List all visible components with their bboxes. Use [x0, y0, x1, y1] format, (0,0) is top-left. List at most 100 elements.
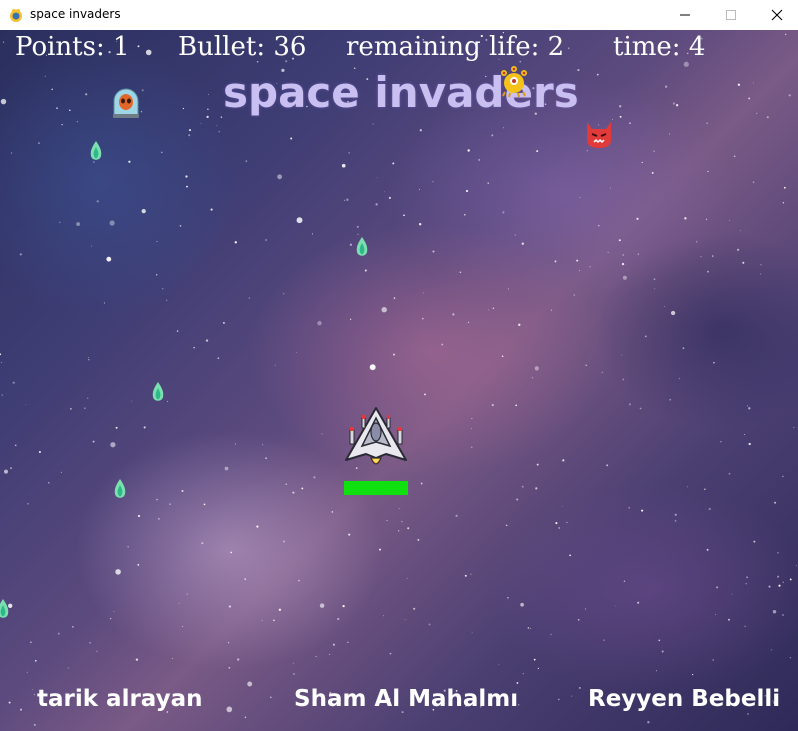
- star: [34, 659, 37, 662]
- star: [109, 617, 112, 620]
- star: [663, 305, 666, 307]
- star: [57, 632, 60, 635]
- star: [674, 520, 677, 522]
- star: [85, 93, 88, 96]
- star: [60, 471, 63, 473]
- star: [137, 45, 140, 48]
- star: [386, 519, 388, 522]
- star: [347, 641, 349, 643]
- star: [216, 125, 218, 127]
- star: [349, 318, 352, 320]
- star: [295, 352, 297, 353]
- star: [413, 607, 416, 610]
- star: [417, 538, 420, 541]
- green-flame-bullet-icon: [0, 599, 9, 618]
- star: [562, 459, 565, 462]
- star: [332, 643, 335, 646]
- star: [127, 546, 129, 548]
- star: [789, 578, 792, 581]
- star: [30, 641, 32, 643]
- star: [210, 208, 213, 211]
- star: [161, 151, 163, 154]
- star: [274, 364, 276, 366]
- star: [686, 486, 688, 488]
- star: [744, 434, 745, 435]
- star: [283, 540, 285, 543]
- star: [516, 498, 519, 501]
- star: [89, 642, 91, 644]
- star: [554, 260, 557, 263]
- star: [91, 245, 93, 247]
- close-button[interactable]: [754, 0, 798, 30]
- star: [348, 533, 351, 536]
- star: [706, 548, 709, 551]
- star: [601, 371, 604, 374]
- star: [285, 483, 288, 486]
- star: [319, 603, 325, 608]
- maximize-button[interactable]: [708, 0, 754, 30]
- title-bar[interactable]: space invaders: [0, 0, 798, 30]
- game-window: space invaders Points: 1 Bullet: 36 rema…: [0, 0, 798, 731]
- star: [186, 593, 189, 595]
- star: [143, 426, 146, 429]
- star: [708, 507, 711, 511]
- green-flame-bullet-icon: [356, 237, 368, 256]
- star: [207, 108, 209, 110]
- star: [156, 498, 158, 501]
- star: [778, 584, 781, 587]
- star: [782, 581, 784, 583]
- star: [536, 150, 539, 153]
- star: [393, 297, 396, 299]
- star: [188, 134, 191, 137]
- credit-name: tarik alrayan: [37, 686, 203, 712]
- star: [597, 224, 600, 227]
- star: [505, 524, 508, 527]
- star: [737, 83, 741, 86]
- star: [424, 393, 426, 396]
- star: [615, 605, 617, 607]
- star: [428, 623, 431, 626]
- star: [419, 129, 422, 132]
- star: [636, 217, 639, 220]
- star: [92, 440, 95, 443]
- points-counter: Points: 1: [15, 32, 130, 62]
- star: [729, 220, 730, 222]
- star: [619, 115, 622, 118]
- star: [752, 82, 755, 84]
- star: [311, 233, 314, 235]
- star: [205, 339, 209, 342]
- star: [27, 502, 29, 505]
- star: [230, 551, 233, 554]
- star: [283, 293, 285, 295]
- pygame-snake-icon: [10, 9, 22, 22]
- star: [637, 253, 640, 255]
- star: [103, 302, 105, 304]
- star: [315, 655, 317, 657]
- star: [422, 292, 424, 294]
- star: [536, 463, 539, 466]
- game-canvas[interactable]: Points: 1 Bullet: 36 remaining life: 2 t…: [0, 30, 798, 731]
- maximize-icon: [726, 10, 736, 20]
- star: [379, 548, 381, 551]
- star: [782, 202, 785, 204]
- star: [766, 116, 769, 119]
- star: [228, 666, 231, 669]
- star: [675, 104, 679, 107]
- star: [678, 378, 681, 380]
- star: [128, 160, 131, 163]
- star: [12, 381, 15, 384]
- star: [518, 323, 521, 326]
- star: [67, 667, 69, 669]
- star: [256, 525, 259, 528]
- star: [76, 121, 78, 123]
- star: [341, 163, 346, 168]
- star: [317, 321, 322, 326]
- star: [135, 658, 139, 661]
- star: [464, 214, 466, 216]
- minimize-button[interactable]: [662, 0, 708, 30]
- star: [329, 653, 330, 655]
- star: [171, 658, 173, 660]
- star: [498, 664, 500, 666]
- star: [343, 199, 346, 202]
- star: [713, 362, 715, 364]
